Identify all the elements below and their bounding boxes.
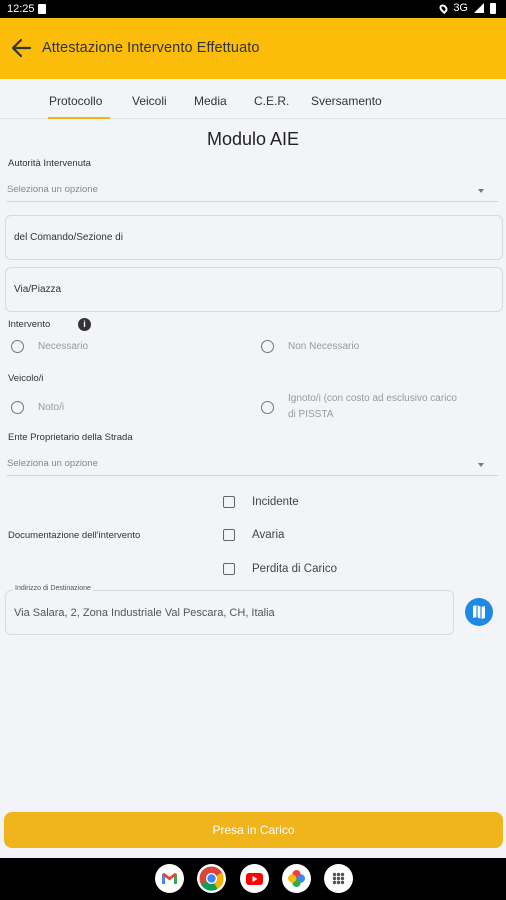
tab-protocollo[interactable]: Protocollo xyxy=(49,94,102,108)
via-piazza-field[interactable]: Via/Piazza xyxy=(5,267,503,312)
presa-in-carico-label: Presa in Carico xyxy=(212,823,295,837)
back-arrow-icon[interactable] xyxy=(10,35,34,61)
checkbox-incidente[interactable] xyxy=(223,496,235,508)
gmail-icon[interactable] xyxy=(155,864,184,893)
radio-noti[interactable] xyxy=(11,401,24,414)
destination-address-value: Via Salara, 2, Zona Industriale Val Pesc… xyxy=(14,607,275,619)
status-icons: 3G xyxy=(438,2,496,14)
battery-icon xyxy=(490,2,496,14)
tab-bar: Protocollo Veicoli Media C.E.R. Sversame… xyxy=(0,79,506,119)
destination-address-label: Indirizzo di Destinazione xyxy=(13,585,93,592)
dropdown-arrow-icon xyxy=(478,463,484,467)
radio-non-necessario[interactable] xyxy=(261,340,274,353)
chrome-icon[interactable] xyxy=(197,864,226,893)
tab-veicoli[interactable]: Veicoli xyxy=(132,94,167,108)
form-title: Modulo AIE xyxy=(206,129,300,149)
photos-icon[interactable] xyxy=(282,864,311,893)
checkbox-incidente-label: Incidente xyxy=(252,496,299,508)
tab-media[interactable]: Media xyxy=(194,94,227,108)
ente-placeholder: Seleziona un opzione xyxy=(7,458,98,469)
youtube-icon[interactable] xyxy=(240,864,269,893)
map-icon xyxy=(473,605,485,619)
info-icon[interactable]: i xyxy=(78,318,91,331)
veicoli-label: Veicolo/i xyxy=(8,373,44,384)
location-icon xyxy=(438,2,450,14)
status-time: 12:25 xyxy=(7,3,35,15)
radio-necessario[interactable] xyxy=(11,340,24,353)
radio-ignoti[interactable] xyxy=(261,401,274,414)
ente-select[interactable]: Seleziona un opzione xyxy=(7,454,498,476)
sim-card-icon xyxy=(38,4,46,14)
tab-sversamento[interactable]: Sversamento xyxy=(311,94,382,108)
comando-sezione-text: del Comando/Sezione di xyxy=(14,232,123,243)
destination-address-field[interactable]: Indirizzo di Destinazione Via Salara, 2,… xyxy=(5,585,454,635)
autorita-placeholder: Seleziona un opzione xyxy=(7,184,98,195)
status-bar: 12:25 3G xyxy=(0,0,506,18)
app-bar: Attestazione Intervento Effettuato xyxy=(0,18,506,79)
active-tab-indicator xyxy=(48,117,110,119)
dropdown-arrow-icon xyxy=(478,189,484,193)
app-drawer-icon[interactable] xyxy=(324,864,353,893)
autorita-select[interactable]: Seleziona un opzione xyxy=(7,180,498,202)
presa-in-carico-button[interactable]: Presa in Carico xyxy=(4,812,503,848)
signal-icon xyxy=(474,3,484,13)
checkbox-perdita-carico[interactable] xyxy=(223,563,235,575)
radio-non-necessario-label: Non Necessario xyxy=(288,341,360,352)
documentazione-label: Documentazione dell'intervento xyxy=(8,530,141,541)
radio-necessario-label: Necessario xyxy=(38,341,89,352)
checkbox-avaria-label: Avaria xyxy=(252,529,285,541)
tab-cer[interactable]: C.E.R. xyxy=(254,94,289,108)
comando-sezione-field[interactable]: del Comando/Sezione di xyxy=(5,215,503,260)
checkbox-avaria[interactable] xyxy=(223,529,235,541)
via-piazza-text: Via/Piazza xyxy=(14,284,62,295)
android-dock xyxy=(0,858,506,900)
radio-ignoti-label-line2: di PISSTA xyxy=(288,409,334,420)
radio-ignoti-label: Ignoto/i (con costo ad esclusivo carico xyxy=(288,393,457,404)
intervento-label: Intervento xyxy=(8,319,51,330)
checkbox-perdita-carico-label: Perdita di Carico xyxy=(252,563,338,575)
radio-noti-label: Noto/i xyxy=(38,402,65,413)
ente-label: Ente Proprietario della Strada xyxy=(8,432,133,443)
autorita-label: Autorità Intervenuta xyxy=(8,158,91,169)
map-button[interactable] xyxy=(465,598,493,626)
network-type: 3G xyxy=(453,2,468,14)
page-title: Attestazione Intervento Effettuato xyxy=(42,40,260,56)
